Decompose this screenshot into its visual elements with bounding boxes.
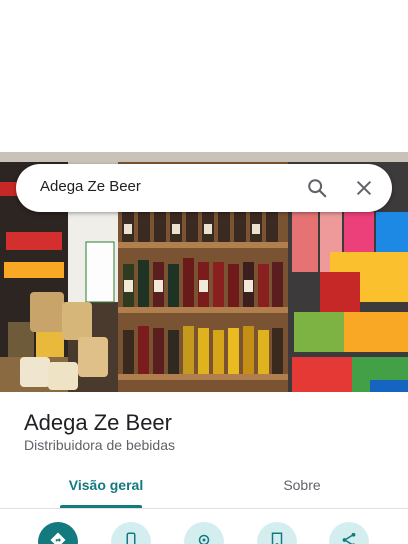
map-blank-area xyxy=(0,0,408,152)
location-icon xyxy=(198,534,210,544)
tab-bar: Visão geral Sobre xyxy=(0,470,408,510)
directions-icon xyxy=(50,532,66,544)
share-button[interactable] xyxy=(329,522,369,544)
tab-overview[interactable]: Visão geral xyxy=(36,470,176,508)
place-category[interactable]: Distribuidora de bebidas xyxy=(24,437,175,453)
call-button[interactable] xyxy=(111,522,151,544)
share-icon xyxy=(342,532,356,544)
place-title: Adega Ze Beer xyxy=(24,410,172,435)
tab-about[interactable]: Sobre xyxy=(232,470,372,508)
phone-icon xyxy=(126,532,136,544)
tabs-divider xyxy=(0,508,408,509)
search-icon[interactable] xyxy=(306,177,328,199)
save-button[interactable] xyxy=(257,522,297,544)
directions-button[interactable] xyxy=(38,522,78,544)
search-bar[interactable]: Adega Ze Beer xyxy=(16,164,392,212)
save-icon xyxy=(271,532,283,544)
search-input[interactable]: Adega Ze Beer xyxy=(40,178,141,195)
close-icon[interactable] xyxy=(354,178,374,198)
location-button[interactable] xyxy=(184,522,224,544)
